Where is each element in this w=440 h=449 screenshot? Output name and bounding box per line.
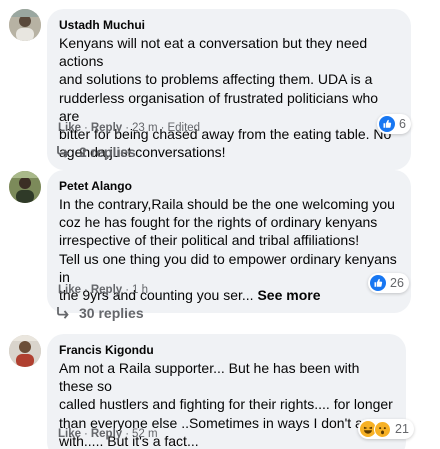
comment-actions: Like · Reply · 1 h bbox=[58, 284, 149, 296]
wow-icon bbox=[374, 420, 391, 438]
timestamp[interactable]: 1 h bbox=[132, 284, 148, 296]
comment-author[interactable]: Francis Kigondu bbox=[59, 342, 394, 358]
comment-author[interactable]: Petet Alango bbox=[59, 178, 399, 194]
edited-label[interactable]: Edited bbox=[167, 122, 200, 134]
comment-author[interactable]: Ustadh Muchui bbox=[59, 17, 399, 33]
like-button[interactable]: Like bbox=[58, 428, 81, 440]
view-replies-button[interactable]: 2 replies bbox=[55, 143, 136, 161]
avatar[interactable] bbox=[9, 9, 41, 41]
avatar[interactable] bbox=[9, 171, 41, 203]
reaction-summary[interactable]: 26 bbox=[368, 273, 409, 293]
like-icon bbox=[370, 275, 386, 291]
reaction-count: 6 bbox=[399, 117, 406, 131]
view-replies-button[interactable]: 30 replies bbox=[55, 304, 144, 322]
reply-button[interactable]: Reply bbox=[91, 284, 122, 296]
see-more-link[interactable]: See more bbox=[257, 287, 320, 303]
replies-label: 2 replies bbox=[79, 144, 136, 160]
reply-arrow-icon bbox=[55, 306, 71, 320]
timestamp[interactable]: 23 m bbox=[132, 122, 158, 134]
like-icon bbox=[379, 116, 395, 132]
reaction-summary[interactable]: 6 bbox=[377, 114, 411, 134]
comment-actions: Like · Reply · 52 m bbox=[58, 428, 158, 440]
reply-button[interactable]: Reply bbox=[91, 122, 122, 134]
replies-label: 30 replies bbox=[79, 305, 144, 321]
reply-button[interactable]: Reply bbox=[91, 428, 122, 440]
reaction-count: 26 bbox=[390, 276, 404, 290]
timestamp[interactable]: 52 m bbox=[132, 428, 158, 440]
reaction-summary[interactable]: 21 bbox=[358, 419, 414, 439]
comment-actions: Like · Reply · 23 m · Edited bbox=[58, 122, 201, 134]
avatar[interactable] bbox=[9, 335, 41, 367]
like-button[interactable]: Like bbox=[58, 122, 81, 134]
like-button[interactable]: Like bbox=[58, 284, 81, 296]
reply-arrow-icon bbox=[55, 145, 71, 159]
reaction-count: 21 bbox=[395, 422, 409, 436]
